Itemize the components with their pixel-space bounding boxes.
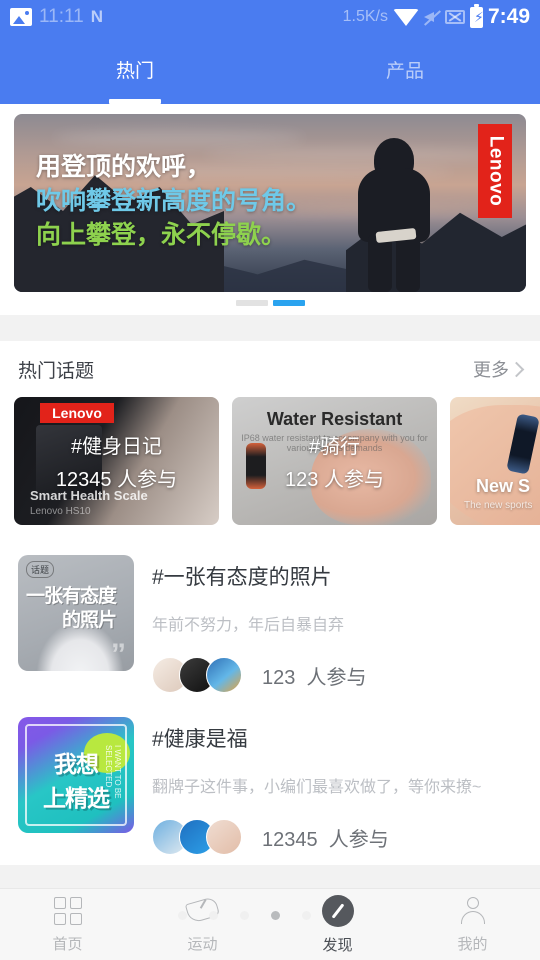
topic-thumbnail: 话题 一张有态度 的照片 ” xyxy=(18,555,134,671)
topic-item-body: #健康是福 翻牌子这件事，小编们最喜欢做了，等你来撩~ 12345 人参与 xyxy=(134,717,522,855)
banner-line-3: 向上攀登，永不停歇。 xyxy=(36,221,287,249)
tab-active-indicator xyxy=(109,99,161,104)
ripple-dots xyxy=(178,911,311,920)
card-tag: #骑行 xyxy=(308,436,361,458)
card-participants: 123 人参与 xyxy=(285,469,384,491)
topic-thumbnail: 我想 上精选 I WANT TO BE SELECTED xyxy=(18,717,134,833)
participant-avatars xyxy=(152,657,242,693)
network-speed-label: 1.5K/s xyxy=(342,8,388,25)
tab-product-label: 产品 xyxy=(385,60,424,82)
section-divider xyxy=(0,315,540,341)
topic-subtitle: 翻牌子这件事，小编们最喜欢做了，等你来撩~ xyxy=(152,779,482,796)
photo-icon xyxy=(10,8,32,26)
chevron-right-icon xyxy=(508,361,525,377)
thumb-vertical-text: I WANT TO BE SELECTED xyxy=(104,745,122,799)
topic-card[interactable]: Water Resistant IP68 water resistant to … xyxy=(232,397,437,525)
person-icon xyxy=(458,896,488,926)
hot-topics-section: 热门话题 更多 Lenovo Smart Health Scale Lenovo… xyxy=(0,341,540,865)
card-image-subcaption: The new sports xyxy=(464,500,533,511)
topic-card[interactable]: Lenovo Smart Health Scale Lenovo HS10 #健… xyxy=(14,397,219,525)
banner-dot-1[interactable] xyxy=(235,300,268,306)
more-label: 更多 xyxy=(473,360,509,380)
sim-off-icon xyxy=(444,10,465,24)
nav-discover-label: 发现 xyxy=(322,936,353,954)
topic-title: #健康是福 xyxy=(152,728,248,751)
nav-home-label: 首页 xyxy=(52,935,83,953)
grid-icon xyxy=(53,896,83,926)
tab-hot[interactable]: 热门 xyxy=(0,34,270,104)
banner-dot-2[interactable] xyxy=(272,300,305,306)
lenovo-logo-text: Lenovo xyxy=(485,135,506,207)
banner-line-2: 吹响攀登新高度的号角。 xyxy=(36,187,312,215)
quote-mark-icon: ” xyxy=(111,638,126,671)
battery-charging-icon: ⚡ xyxy=(469,3,484,28)
cloud-decoration xyxy=(54,130,304,146)
compass-icon xyxy=(321,894,354,927)
status-bar-left: 11:11 N xyxy=(10,6,103,28)
status-left-time: 11:11 xyxy=(39,6,84,27)
hot-topics-carousel[interactable]: Lenovo Smart Health Scale Lenovo HS10 #健… xyxy=(0,397,540,541)
card-overlay: #骑行 123 人参与 xyxy=(232,397,437,525)
nav-item-home[interactable]: 首页 xyxy=(0,889,135,960)
hot-topics-more-button[interactable]: 更多 xyxy=(473,356,525,382)
nav-item-sports[interactable]: 运动 xyxy=(135,889,270,960)
nfc-icon: N xyxy=(90,7,103,26)
topic-item-body: #一张有态度的照片 年前不努力，年后自暴自弃 123 人参与 xyxy=(134,555,522,693)
app-root: 11:11 N 1.5K/s ⚡ 7:49 热门 产品 用登顶的欢呼， 吹响攀登… xyxy=(0,0,540,960)
bottom-navigation-bar: 首页 运动 发现 我的 xyxy=(0,888,540,960)
status-clock: 7:49 xyxy=(487,5,530,28)
topic-subtitle: 年前不努力，年后自暴自弃 xyxy=(152,617,345,634)
hot-topics-header: 热门话题 更多 xyxy=(0,341,540,397)
topic-footer: 12345 人参与 xyxy=(152,819,522,855)
banner-text-block: 用登顶的欢呼， 吹响攀登新高度的号角。 向上攀登，永不停歇。 xyxy=(36,150,311,252)
tab-hot-label: 热门 xyxy=(115,60,154,82)
avatar xyxy=(206,819,242,855)
avatar xyxy=(206,657,242,693)
topic-card[interactable]: # New S The new sports xyxy=(450,397,540,525)
participant-count-suffix: 人参与 xyxy=(306,666,367,689)
hot-topics-title: 热门话题 xyxy=(18,360,95,382)
card-image-caption: New S xyxy=(476,476,531,496)
participant-count: 12345 人参与 xyxy=(262,823,389,852)
card-overlay: #健身日记 12345 人参与 xyxy=(14,397,219,525)
topic-list-item[interactable]: 话题 一张有态度 的照片 ” #一张有态度的照片 年前不努力，年后自暴自弃 12… xyxy=(0,541,540,703)
nav-profile-label: 我的 xyxy=(457,935,488,953)
participant-count: 123 人参与 xyxy=(262,661,367,690)
vibrate-off-icon xyxy=(423,8,440,26)
lenovo-logo: Lenovo xyxy=(478,124,512,218)
banner-line-1: 用登顶的欢呼， xyxy=(36,153,212,181)
banner-page-indicator xyxy=(14,292,526,315)
nav-sports-label: 运动 xyxy=(187,935,218,953)
topic-list-item[interactable]: 我想 上精选 I WANT TO BE SELECTED #健康是福 翻牌子这件… xyxy=(0,703,540,865)
participant-count-number: 123 xyxy=(262,666,296,689)
participant-avatars xyxy=(152,819,242,855)
thumb-line-1: 一张有态度 xyxy=(26,586,117,607)
nav-item-discover[interactable]: 发现 xyxy=(178,889,405,960)
participant-count-suffix: 人参与 xyxy=(328,828,389,851)
status-bar-right: 1.5K/s ⚡ 7:49 xyxy=(342,3,530,29)
hiker-silhouette xyxy=(346,134,442,292)
promo-banner[interactable]: 用登顶的欢呼， 吹响攀登新高度的号角。 向上攀登，永不停歇。 Lenovo xyxy=(14,114,526,292)
banner-section: 用登顶的欢呼， 吹响攀登新高度的号角。 向上攀登，永不停歇。 Lenovo xyxy=(0,104,540,315)
nav-item-profile[interactable]: 我的 xyxy=(405,889,540,960)
status-bar: 11:11 N 1.5K/s ⚡ 7:49 xyxy=(0,0,540,34)
wifi-icon xyxy=(392,8,419,26)
topic-footer: 123 人参与 xyxy=(152,657,522,693)
card-tag: #健身日记 xyxy=(70,436,163,458)
topic-title: #一张有态度的照片 xyxy=(152,566,332,589)
top-tab-bar: 热门 产品 xyxy=(0,34,540,104)
bottom-spacer xyxy=(0,865,540,887)
thumb-badge-label: 话题 xyxy=(26,561,55,578)
tab-product[interactable]: 产品 xyxy=(270,34,540,104)
participant-count-number: 12345 xyxy=(262,828,318,851)
card-participants: 12345 人参与 xyxy=(55,469,178,491)
